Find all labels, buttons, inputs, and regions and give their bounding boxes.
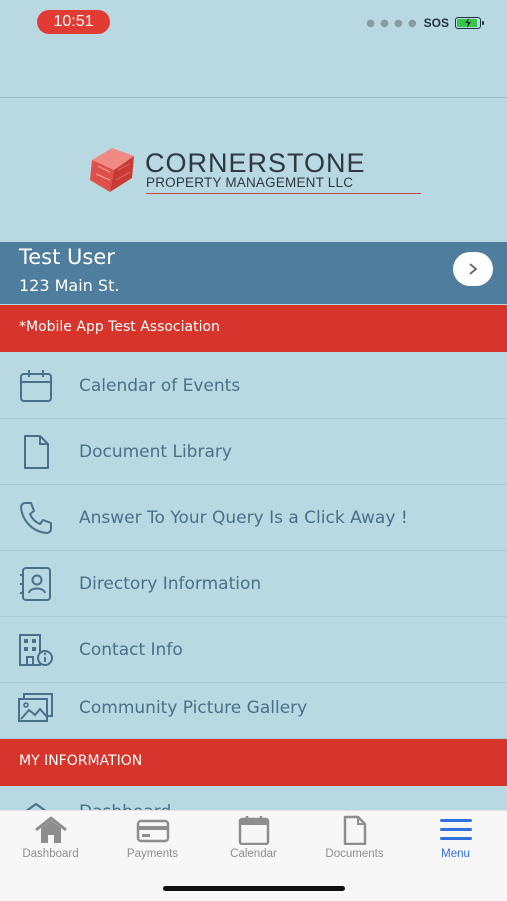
hamburger-menu-icon [439, 819, 472, 840]
menu-item-label: Community Picture Gallery [79, 697, 308, 718]
tab-label: Calendar [230, 848, 277, 860]
calendar-icon [20, 369, 52, 402]
home-icon [34, 816, 67, 843]
section-header-my-information: MY INFORMATION [0, 739, 507, 786]
status-time: 10:51 [37, 10, 110, 34]
tab-menu[interactable]: Menu [405, 815, 506, 871]
menu-item-calendar[interactable]: Calendar of Events [0, 353, 507, 419]
contact-card-icon [20, 566, 51, 601]
carrier-label: SOS [423, 16, 449, 30]
user-profile-bar[interactable]: Test User 123 Main St. [0, 242, 507, 304]
credit-card-icon [136, 819, 169, 843]
header-divider [0, 97, 507, 98]
tab-dashboard[interactable]: Dashboard [0, 815, 101, 871]
status-indicators: ● ● ● ● SOS [366, 16, 484, 30]
tab-label: Menu [441, 848, 470, 860]
document-icon [343, 815, 366, 845]
status-bar: 10:51 ● ● ● ● SOS [0, 0, 507, 45]
chevron-right-icon[interactable] [453, 252, 493, 286]
tab-label: Payments [126, 848, 179, 860]
menu-item-directory[interactable]: Directory Information [0, 551, 507, 617]
menu-item-query[interactable]: Answer To Your Query Is a Click Away ! [0, 485, 507, 551]
signal-icon: ● ● ● ● [366, 17, 418, 29]
tab-label: Documents [325, 848, 384, 860]
gallery-icon [18, 692, 53, 722]
association-name: *Mobile App Test Association [19, 319, 220, 335]
tab-payments[interactable]: Payments [102, 815, 203, 871]
menu-item-contact-info[interactable]: Contact Info [0, 617, 507, 683]
battery-icon [455, 17, 484, 29]
tab-label: Dashboard [22, 848, 79, 860]
company-logo: CORNERSTONE PROPERTY MANAGEMENT LLC [88, 144, 428, 200]
logo-underline [146, 193, 421, 194]
association-banner[interactable]: *Mobile App Test Association [0, 305, 507, 352]
calendar-icon [238, 816, 269, 845]
menu-item-picture-gallery[interactable]: Community Picture Gallery [0, 677, 507, 739]
menu-item-label: Contact Info [79, 639, 183, 660]
section-title: MY INFORMATION [19, 753, 143, 769]
building-info-icon [19, 633, 53, 666]
home-indicator[interactable] [163, 886, 345, 891]
logo-subtitle: PROPERTY MANAGEMENT LLC [146, 175, 354, 190]
user-name: Test User [19, 245, 115, 269]
logo-cube-icon [90, 148, 134, 192]
user-address: 123 Main St. [19, 276, 120, 295]
menu-item-label: Directory Information [79, 573, 262, 594]
menu-item-label: Document Library [79, 441, 232, 462]
document-icon [24, 434, 49, 469]
tab-documents[interactable]: Documents [304, 815, 405, 871]
tab-calendar[interactable]: Calendar [203, 815, 304, 871]
menu-item-label: Answer To Your Query Is a Click Away ! [79, 507, 408, 528]
phone-icon [20, 501, 52, 534]
menu-item-label: Calendar of Events [79, 375, 241, 396]
menu-item-document-library[interactable]: Document Library [0, 419, 507, 485]
